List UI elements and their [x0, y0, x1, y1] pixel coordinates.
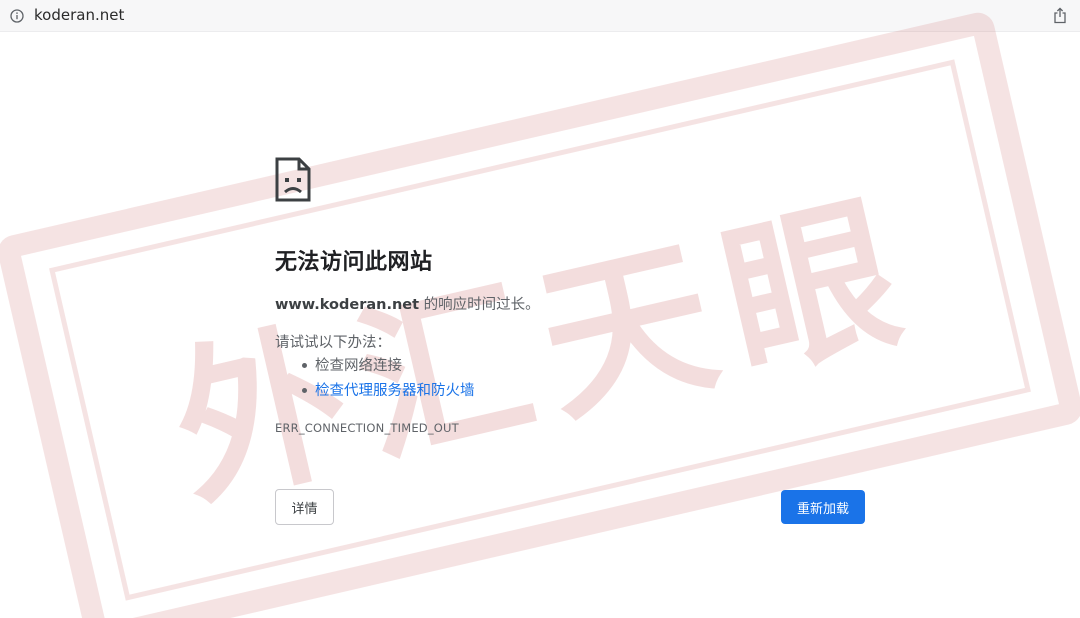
suggestion-check-proxy-link[interactable]: 检查代理服务器和防火墙	[315, 383, 475, 399]
list-item: 检查代理服务器和防火墙	[275, 381, 475, 406]
watermark-stamp: 外汇天眼	[0, 12, 1080, 618]
details-button[interactable]: 详情	[275, 489, 334, 525]
error-description-suffix: 的响应时间过长。	[419, 297, 540, 313]
url-text[interactable]: koderan.net	[34, 6, 124, 24]
suggestions-list: 检查网络连接 检查代理服务器和防火墙	[275, 356, 475, 406]
error-host: www.koderan.net	[275, 297, 420, 313]
error-title: 无法访问此网站	[275, 250, 433, 275]
suggestion-check-network: 检查网络连接	[315, 358, 402, 374]
list-item: 检查网络连接	[275, 356, 475, 381]
watermark-text: 外汇天眼	[156, 170, 933, 532]
sad-document-icon	[275, 157, 311, 202]
error-code: ERR_CONNECTION_TIMED_OUT	[275, 421, 459, 435]
error-description: www.koderan.net 的响应时间过长。	[275, 295, 540, 315]
address-bar: koderan.net	[0, 0, 1080, 32]
reload-button[interactable]: 重新加载	[781, 490, 865, 524]
suggestions-heading: 请试试以下办法：	[275, 335, 391, 351]
share-icon[interactable]	[1053, 7, 1067, 24]
info-circle-icon[interactable]	[10, 9, 24, 23]
browser-window: koderan.net 外汇天眼 无法访问此网站 www.koderan.net…	[0, 0, 1080, 618]
